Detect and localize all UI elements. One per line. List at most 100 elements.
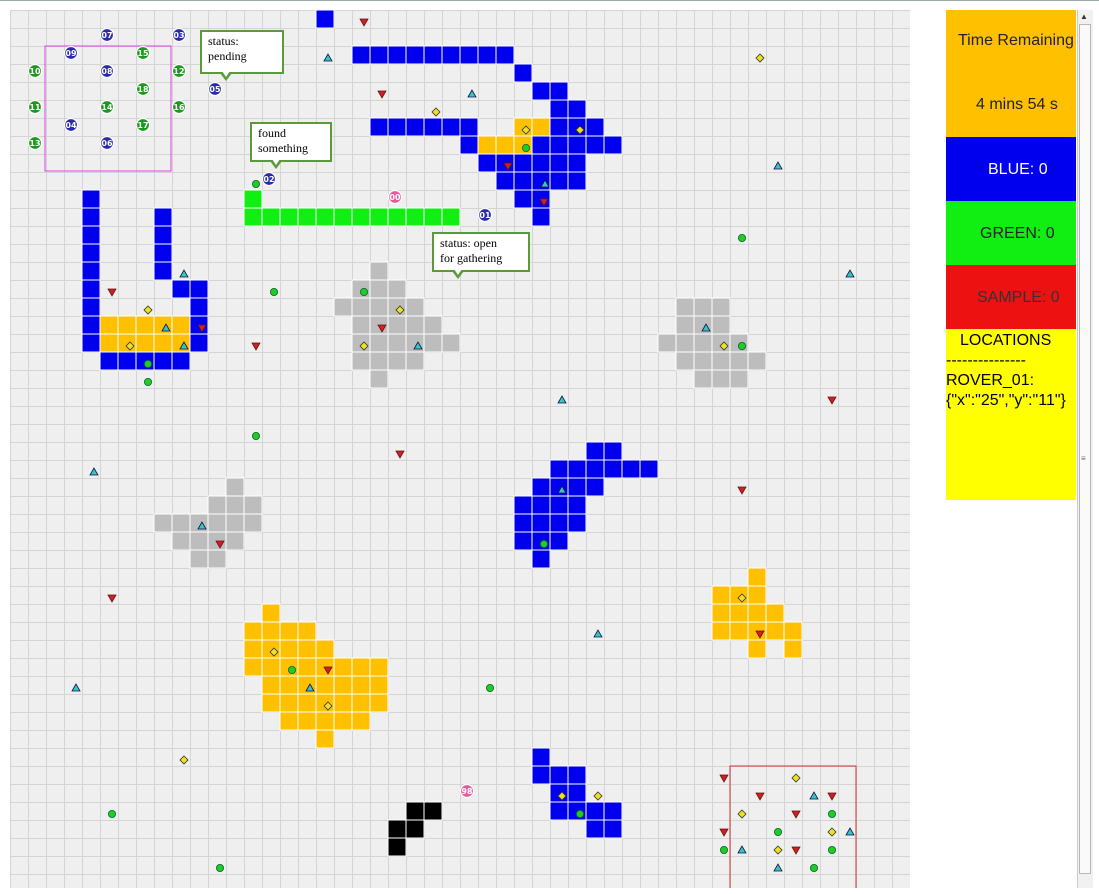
locations-block: LOCATIONS --------------- ROVER_01: {"x"…	[946, 329, 1076, 500]
blue-terrain-cell	[153, 207, 173, 227]
game-map[interactable]: 07 03 09 15 10 08 12 05 18 11 14 16 04 17 13 06 02 00 01 98	[10, 10, 910, 888]
gray-terrain-cell	[423, 333, 443, 353]
gray-terrain-cell	[225, 495, 245, 515]
scroll-up-icon[interactable]: ▲	[1080, 12, 1088, 21]
blue-score-block: BLUE: 0	[946, 137, 1076, 201]
rover-05-label: 05	[209, 85, 221, 94]
gray-terrain-cell	[225, 513, 245, 533]
blue-terrain-cell	[513, 189, 533, 209]
green-terrain-cell	[387, 207, 407, 227]
yellow-terrain-cell	[477, 135, 497, 155]
blue-terrain-cell	[567, 153, 587, 173]
gray-terrain-cell	[351, 333, 371, 353]
inverted-triangle-marker-icon	[737, 486, 747, 495]
yellow-terrain-cell	[513, 135, 533, 155]
gray-terrain-cell	[675, 315, 695, 335]
yellow-terrain-cell	[279, 657, 299, 677]
gray-terrain-cell	[387, 333, 407, 353]
diamond-marker-icon	[773, 845, 783, 855]
diamond-marker-icon	[179, 755, 189, 765]
inverted-triangle-marker-icon	[791, 810, 801, 819]
circle-marker-icon	[720, 846, 729, 855]
yellow-terrain-cell	[711, 603, 731, 623]
green-terrain-cell	[333, 207, 353, 227]
triangle-marker-icon	[323, 53, 333, 62]
blue-terrain-cell	[549, 153, 569, 173]
triangle-marker-icon	[845, 269, 855, 278]
blue-terrain-cell	[405, 45, 425, 65]
blue-terrain-cell	[585, 459, 605, 479]
blue-terrain-cell	[81, 225, 101, 245]
blue-terrain-cell	[513, 531, 533, 551]
blue-terrain-cell	[549, 117, 569, 137]
yellow-terrain-cell	[513, 117, 533, 137]
rover-07-label: 07	[101, 31, 112, 40]
blue-terrain-cell	[603, 459, 623, 479]
gray-terrain-cell	[729, 369, 749, 389]
yellow-terrain-cell	[243, 639, 263, 659]
yellow-terrain-cell	[261, 603, 281, 623]
scroll-thumb[interactable]	[1079, 24, 1091, 874]
blue-terrain-cell	[603, 819, 623, 839]
gray-terrain-cell	[693, 369, 713, 389]
blue-terrain-cell	[81, 333, 101, 353]
rover-08-label: 08	[101, 67, 113, 76]
blue-terrain-cell	[549, 171, 569, 191]
blue-terrain-cell	[603, 801, 623, 821]
inverted-triangle-marker-icon	[377, 90, 387, 99]
triangle-marker-icon	[179, 269, 189, 278]
blue-terrain-cell	[585, 819, 605, 839]
blue-terrain-cell	[567, 99, 587, 119]
blue-terrain-cell	[513, 495, 533, 515]
gray-terrain-cell	[441, 333, 461, 353]
blue-terrain-cell	[387, 117, 407, 137]
yellow-terrain-cell	[369, 657, 389, 677]
gray-terrain-cell	[675, 333, 695, 353]
diamond-marker-icon	[593, 791, 603, 801]
gray-terrain-cell	[225, 531, 245, 551]
circle-marker-icon	[540, 540, 549, 549]
blue-terrain-cell	[531, 153, 551, 173]
yellow-terrain-cell	[261, 657, 281, 677]
blue-terrain-cell	[369, 117, 389, 137]
triangle-marker-icon	[467, 89, 477, 98]
triangle-marker-icon	[809, 791, 819, 800]
diamond-marker-icon	[431, 107, 441, 117]
diamond-marker-icon	[737, 809, 747, 819]
blue-terrain-cell	[549, 99, 569, 119]
blue-terrain-cell	[189, 333, 209, 353]
blue-terrain-cell	[81, 279, 101, 299]
circle-marker-icon	[359, 287, 368, 296]
time-remaining-label: Time Remaining	[958, 32, 1074, 49]
gray-terrain-cell	[351, 315, 371, 335]
blue-terrain-cell	[567, 765, 587, 785]
gray-terrain-cell	[423, 315, 443, 335]
yellow-terrain-cell	[747, 567, 767, 587]
yellow-terrain-cell	[99, 315, 119, 335]
blue-terrain-cell	[567, 783, 587, 803]
circle-marker-icon	[828, 810, 837, 819]
gray-terrain-cell	[333, 297, 353, 317]
gray-terrain-cell	[387, 279, 407, 299]
green-terrain-cell	[243, 189, 263, 209]
inverted-triangle-marker-icon	[719, 828, 729, 837]
gray-terrain-cell	[387, 297, 407, 317]
yellow-terrain-cell	[315, 693, 335, 713]
diamond-marker-icon	[755, 53, 765, 63]
vertical-scrollbar[interactable]: ▲ ≡	[1077, 10, 1093, 888]
bubble-line: for gathering	[440, 251, 503, 265]
rover-06-label: 06	[101, 139, 113, 148]
yellow-terrain-cell	[261, 675, 281, 695]
bubble-line: found	[258, 126, 286, 140]
gray-terrain-cell	[387, 351, 407, 371]
yellow-terrain-cell	[783, 639, 803, 659]
circle-marker-icon	[251, 179, 260, 188]
blue-terrain-cell	[477, 153, 497, 173]
blue-terrain-cell	[567, 135, 587, 155]
gray-terrain-cell	[369, 333, 389, 353]
blue-terrain-cell	[585, 477, 605, 497]
rover-line: ROVER_01:	[946, 372, 1035, 389]
gray-terrain-cell	[243, 495, 263, 515]
blue-terrain-cell	[549, 135, 569, 155]
blue-terrain-cell	[135, 351, 155, 371]
